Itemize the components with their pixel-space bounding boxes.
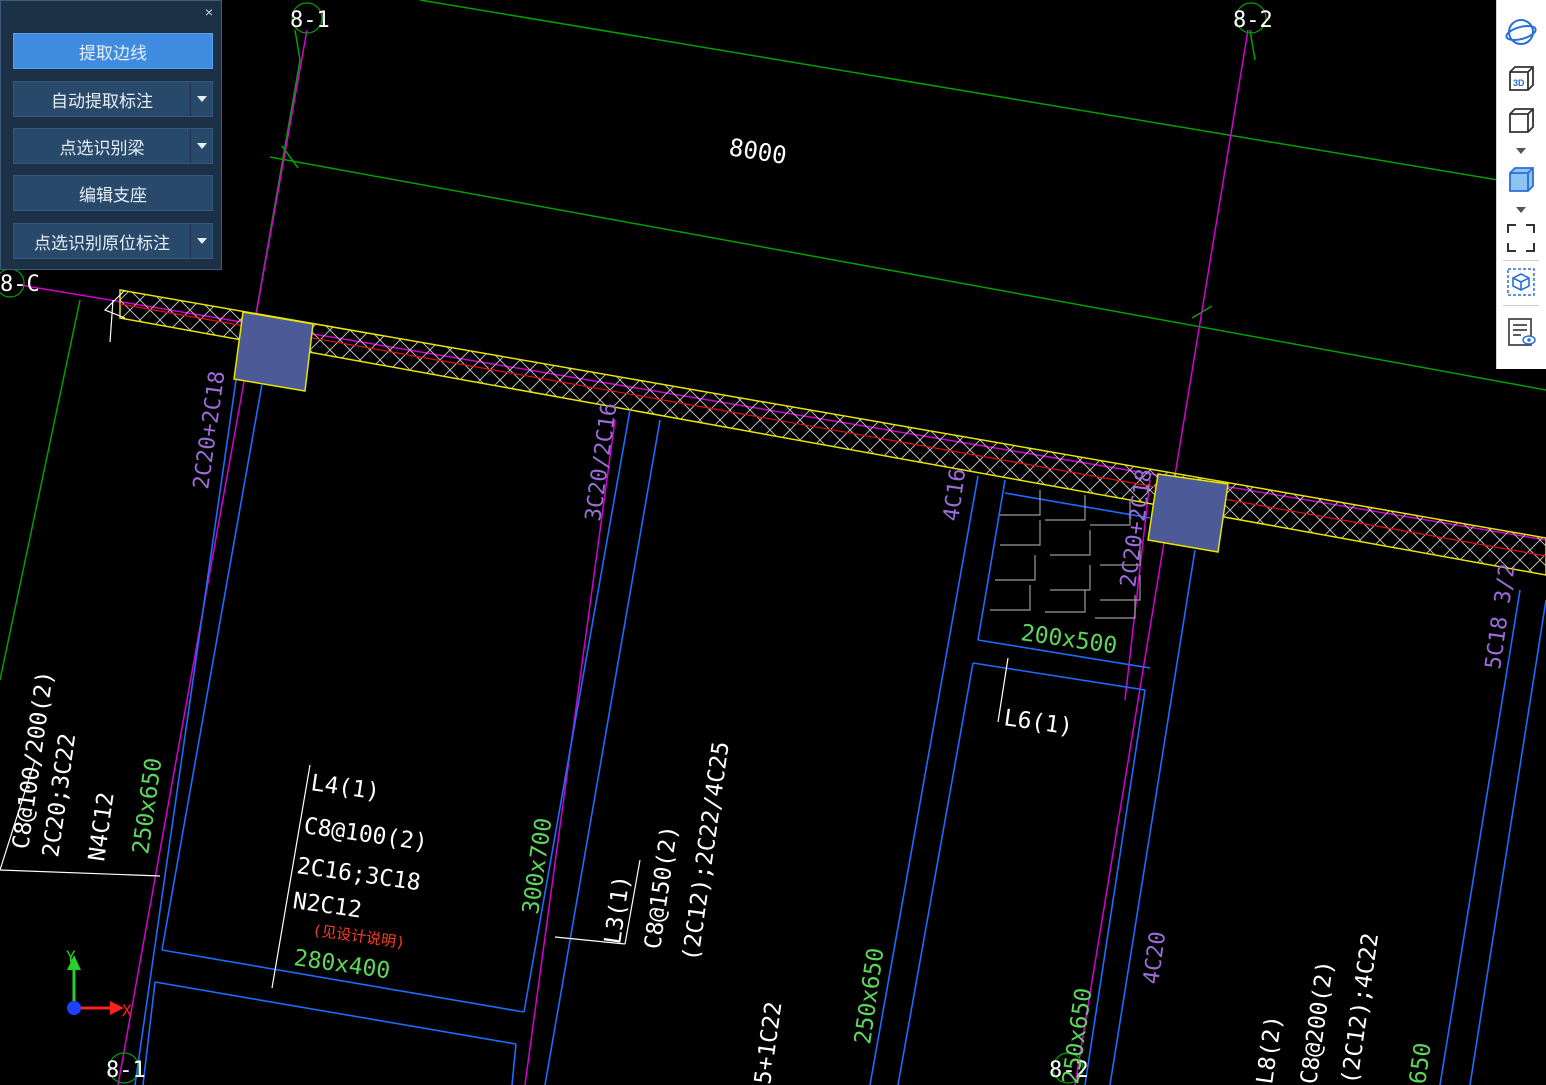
beam-name-l3: L3(1) — [600, 874, 635, 946]
chevron-down-icon[interactable] — [190, 129, 212, 163]
beam-name-l6: L6(1) — [1002, 705, 1074, 740]
beam-torsion-l4: N2C12 — [291, 888, 363, 923]
size-label-250x650-b: 250x650 — [850, 946, 889, 1046]
rebar-label-b3: 4C16 — [939, 467, 971, 523]
shaded-box-dropdown-icon[interactable] — [1516, 207, 1526, 213]
chevron-down-icon[interactable] — [190, 224, 212, 258]
column-8-1[interactable] — [233, 311, 314, 392]
extract-edge-label: 提取边线 — [79, 43, 147, 63]
auto-extract-annotation-button[interactable]: 自动提取标注 — [13, 81, 213, 117]
beam-bars-l4: 2C16;3C18 — [295, 853, 422, 896]
ucs-x-label: X — [122, 1001, 132, 1020]
beam-recognition-panel: × 提取边线 自动提取标注 点选识别梁 编辑支座 点选识别原位标注 — [0, 0, 222, 270]
beam-torsion-left: N4C12 — [84, 791, 119, 863]
rebar-label-b5: 5C18 3/2 — [1481, 562, 1521, 670]
axis-label-8-2-top: 8-2 — [1233, 8, 1273, 33]
beam-bars-l3: (2C12);2C22/4C25 — [678, 740, 735, 963]
size-label-650: 650 — [1405, 1041, 1437, 1085]
shaded-box-icon[interactable] — [1505, 163, 1537, 195]
stair-grid — [990, 490, 1141, 619]
chevron-down-icon[interactable] — [190, 82, 212, 116]
rebar-label-b2: 3C20/2C16 — [581, 401, 622, 523]
axis-label-8-1-bottom: 8-1 — [106, 1058, 146, 1083]
pick-identify-beam-label: 点选识别梁 — [59, 138, 145, 158]
axis-label-8-c: 8-C — [0, 272, 40, 297]
pick-identify-beam-button[interactable]: 点选识别梁 — [13, 128, 213, 164]
fit-view-icon[interactable] — [1505, 222, 1537, 254]
pick-identify-original-annotation-label: 点选识别原位标注 — [34, 233, 170, 253]
auto-extract-annotation-label: 自动提取标注 — [51, 91, 153, 111]
note-label-l4: (见设计说明) — [311, 921, 406, 952]
rebar-label-b1: 2C20+2C18 — [189, 369, 230, 491]
close-icon[interactable]: × — [201, 4, 217, 20]
beam-stirrup-l8: C8@200(2) — [1296, 959, 1339, 1085]
beam-bars-bottom: 5+1C22 — [750, 1000, 787, 1085]
grid-axes — [19, 29, 1546, 1085]
pick-identify-original-annotation-button[interactable]: 点选识别原位标注 — [13, 223, 213, 259]
display-settings-icon[interactable] — [1505, 316, 1537, 348]
beam-bars-l8: (2C12);4C22 — [1337, 931, 1384, 1085]
ucs-icon: Y X — [66, 947, 132, 1020]
size-label-300x700: 300x700 — [518, 816, 557, 916]
axis-label-8-1-top: 8-1 — [290, 8, 330, 33]
dimension-8000: 8000 — [727, 133, 788, 170]
size-label-250x650-c: 250x650 — [1058, 986, 1097, 1085]
edit-support-label: 编辑支座 — [79, 185, 147, 205]
rebar-label-4c20: 4C20 — [1139, 930, 1171, 986]
edit-support-button[interactable]: 编辑支座 — [13, 175, 213, 211]
ucs-y-label: Y — [66, 947, 76, 966]
extract-edge-button[interactable]: 提取边线 — [13, 33, 213, 69]
box-view-icon[interactable] — [1505, 104, 1537, 136]
wall-strip — [119, 289, 1546, 576]
size-label-200x500: 200x500 — [1019, 620, 1119, 659]
size-label-l4: 280x400 — [292, 945, 392, 984]
cad-drawing-canvas[interactable]: 8-1 8-2 8-C 8-1 8-2 8000 2C20+2C18 3C20/… — [0, 0, 1546, 1085]
beam-stirrup-l3: C8@150(2) — [640, 824, 683, 951]
view-toolbar: 3D — [1496, 0, 1546, 369]
beam-name-l8: L8(2) — [1252, 1014, 1287, 1085]
orbit-icon[interactable] — [1505, 16, 1537, 48]
beam-name-l4: L4(1) — [309, 770, 381, 805]
view-3d-icon[interactable]: 3D — [1505, 62, 1537, 94]
column-8-2[interactable] — [1147, 473, 1229, 553]
section-box-icon[interactable] — [1505, 266, 1537, 298]
box-view-dropdown-icon[interactable] — [1516, 148, 1526, 154]
dimension-lines — [0, 0, 1546, 681]
beam-stirrup-l4: C8@100(2) — [302, 813, 429, 856]
badge-3d-label: 3D — [1513, 78, 1525, 88]
